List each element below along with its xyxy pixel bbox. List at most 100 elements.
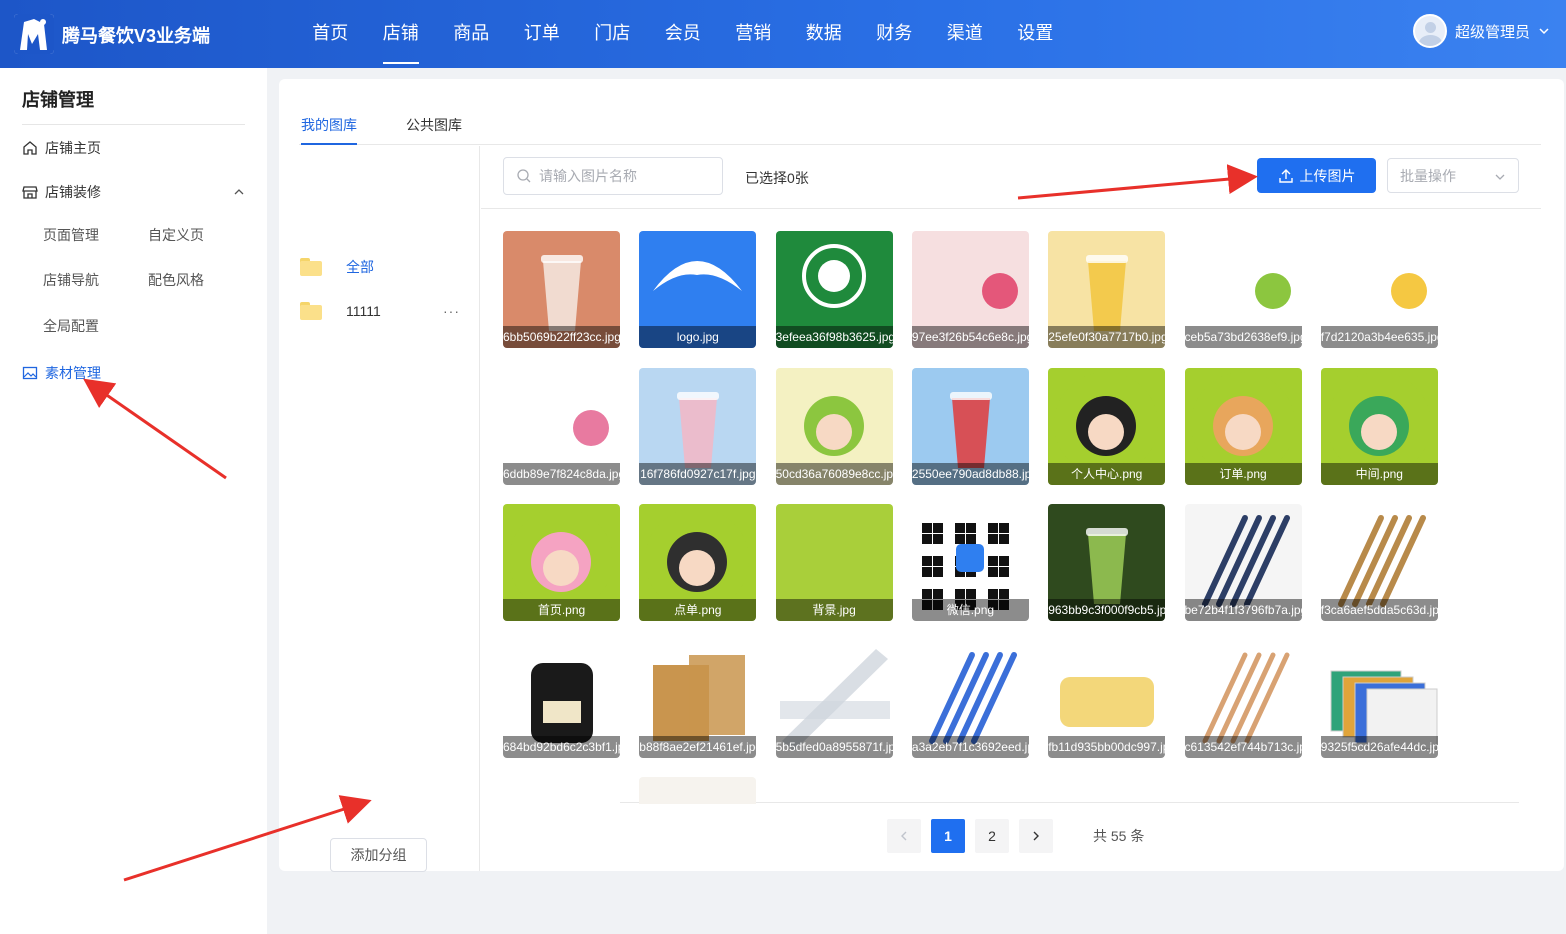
nav-item[interactable]: 会员 — [648, 0, 719, 68]
home-icon — [23, 141, 37, 155]
image-tile[interactable]: 点单.png — [639, 504, 757, 621]
image-caption: a3a2eb7f1c3692eed.jpg — [911, 735, 1029, 758]
prev-page-button[interactable] — [887, 819, 921, 853]
image-tile[interactable]: ceb5a73bd2638ef9.jpg — [1184, 231, 1302, 348]
image-caption: 16f786fd0927c17f.jpg — [639, 462, 757, 485]
group-item-all[interactable]: 全部 — [300, 257, 460, 277]
image-tile[interactable]: 3efeea36f98b3625.jpg — [775, 231, 893, 348]
chevron-down-icon — [1495, 174, 1505, 180]
image-caption: 个人中心.png — [1048, 462, 1166, 485]
sidebar-divider — [22, 124, 245, 125]
sidebar-sub-custom-page[interactable]: 自定义页 — [148, 225, 204, 245]
image-caption: 背景.jpg — [775, 599, 893, 621]
gallery-tabs: 我的图库 公共图库 — [299, 79, 1541, 145]
upload-image-button[interactable]: 上传图片 — [1257, 158, 1376, 193]
image-tile[interactable]: 50cd36a76089e8cc.jpg — [775, 367, 893, 485]
more-icon[interactable]: ··· — [443, 303, 460, 319]
batch-operation-select[interactable]: 批量操作 — [1387, 158, 1519, 193]
image-tile[interactable]: 684bd92bd6c2c3bf1.jpg — [503, 640, 620, 758]
upload-icon — [1278, 168, 1293, 183]
image-tile[interactable]: 16f786fd0927c17f.jpg — [639, 367, 757, 485]
search-input[interactable] — [539, 168, 709, 184]
upload-label: 上传图片 — [1299, 167, 1356, 184]
nav-item[interactable]: 店铺 — [366, 0, 437, 68]
image-tile[interactable]: be72b4f1f3796fb7a.jpg — [1184, 504, 1302, 621]
image-tile[interactable]: b88f8ae2ef21461ef.jpg — [639, 640, 757, 758]
image-tile[interactable]: 2550ee790ad8db88.jpg — [911, 367, 1029, 485]
material-panel: 我的图库 公共图库 全部 11111 ··· 添加分组 已选择0张 上传图片 批… — [279, 79, 1564, 872]
image-caption: 684bd92bd6c2c3bf1.jpg — [503, 735, 620, 758]
tab-my-gallery[interactable]: 我的图库 — [301, 115, 357, 145]
sidebar-sub-page-manage[interactable]: 页面管理 — [43, 225, 99, 245]
sidebar-sub-color-style[interactable]: 配色风格 — [148, 270, 204, 290]
group-item-11111[interactable]: 11111 ··· — [300, 302, 460, 320]
image-tile[interactable]: 背景.jpg — [775, 504, 893, 621]
page-button-1[interactable]: 1 — [931, 819, 965, 853]
image-toolbar: 已选择0张 上传图片 批量操作 — [481, 146, 1541, 209]
pagination: 1 2 共 55 条 — [887, 819, 1144, 853]
chevron-down-icon[interactable] — [1538, 25, 1550, 37]
image-caption: fb11d935bb00dc997.jpg — [1048, 735, 1166, 758]
tab-public-gallery[interactable]: 公共图库 — [406, 115, 462, 135]
image-caption: 2550ee790ad8db88.jpg — [911, 462, 1029, 485]
image-caption: f7d2120a3b4ee635.jpg — [1320, 326, 1438, 348]
image-tile[interactable]: 6bb5069b22ff23cc.jpg — [503, 231, 620, 348]
image-tile[interactable]: 25efe0f30a7717b0.jpg — [1048, 231, 1166, 348]
image-tile[interactable]: 首页.png — [503, 504, 620, 621]
image-tile[interactable]: f3ca6aef5dda5c63d.jpg — [1320, 504, 1438, 621]
image-tile[interactable]: 订单.png — [1184, 367, 1302, 485]
sidebar-sub-store-nav[interactable]: 店铺导航 — [43, 270, 99, 290]
image-tile[interactable] — [503, 777, 620, 804]
group-label: 全部 — [346, 259, 374, 275]
user-menu[interactable]: 超级管理员 — [1412, 14, 1550, 48]
image-tile[interactable]: 6ddb89e7f824c8da.jpg — [503, 367, 620, 485]
nav-item[interactable]: 设置 — [1000, 0, 1071, 68]
image-caption: logo.jpg — [639, 326, 757, 348]
nav-item[interactable]: 财务 — [859, 0, 930, 68]
image-tile[interactable]: a3a2eb7f1c3692eed.jpg — [911, 640, 1029, 758]
image-tile[interactable]: 963bb9c3f000f9cb5.jpg — [1048, 504, 1166, 621]
nav-item[interactable]: 渠道 — [930, 0, 1001, 68]
image-tile[interactable]: 5b5dfed0a8955871f.jpg — [775, 640, 893, 758]
user-name[interactable]: 超级管理员 — [1455, 21, 1530, 42]
image-tile[interactable]: 中间.png — [1320, 367, 1438, 485]
image-tile[interactable]: 97ee3f26b54c6e8c.jpg — [911, 231, 1029, 348]
image-tile[interactable]: c613542ef744b713c.jpg — [1184, 640, 1302, 758]
image-caption: 订单.png — [1184, 462, 1302, 485]
add-group-button[interactable]: 添加分组 — [330, 838, 427, 872]
nav-item[interactable]: 订单 — [507, 0, 578, 68]
nav-item[interactable]: 首页 — [295, 0, 366, 68]
sidebar-item-label: 店铺主页 — [45, 140, 101, 156]
next-page-button[interactable] — [1019, 819, 1053, 853]
folder-icon — [300, 258, 322, 276]
image-tile[interactable]: f7d2120a3b4ee635.jpg — [1320, 231, 1438, 348]
store-icon — [22, 186, 38, 199]
image-caption: be72b4f1f3796fb7a.jpg — [1184, 599, 1302, 621]
nav-item[interactable]: 营销 — [718, 0, 789, 68]
nav-item[interactable]: 数据 — [789, 0, 860, 68]
app-logo[interactable] — [14, 14, 54, 54]
image-tile[interactable] — [639, 777, 757, 804]
image-tile[interactable]: 微信.png — [911, 504, 1029, 621]
total-count: 共 55 条 — [1093, 828, 1145, 844]
nav-item[interactable]: 门店 — [577, 0, 648, 68]
image-tile[interactable]: 9325f5cd26afe44dc.jpg — [1320, 640, 1438, 758]
image-grid: 6bb5069b22ff23cc.jpg logo.jpg 3efeea36f98b… — [481, 210, 1541, 804]
search-box[interactable] — [503, 157, 723, 195]
sidebar-item-label: 店铺装修 — [45, 184, 101, 200]
sidebar-item-material[interactable]: 素材管理 — [22, 363, 101, 383]
nav-item[interactable]: 商品 — [436, 0, 507, 68]
image-tile[interactable]: fb11d935bb00dc997.jpg — [1048, 640, 1166, 758]
user-avatar[interactable] — [1412, 14, 1447, 48]
batch-label: 批量操作 — [1400, 167, 1456, 184]
image-caption: 50cd36a76089e8cc.jpg — [775, 462, 893, 485]
image-tile[interactable]: logo.jpg — [639, 231, 757, 348]
sidebar-sub-global-config[interactable]: 全局配置 — [43, 316, 99, 336]
sidebar-item-decor[interactable]: 店铺装修 — [22, 182, 101, 202]
chevron-up-icon[interactable] — [233, 186, 245, 198]
sidebar-item-home[interactable]: 店铺主页 — [22, 138, 101, 158]
page-button-2[interactable]: 2 — [975, 819, 1009, 853]
sidebar: 店铺管理 店铺主页 店铺装修 页面管理 自定义页 店铺导航 配色风格 全局配置 … — [0, 68, 267, 934]
image-caption: 6ddb89e7f824c8da.jpg — [503, 462, 620, 485]
image-tile[interactable]: 个人中心.png — [1048, 367, 1166, 485]
